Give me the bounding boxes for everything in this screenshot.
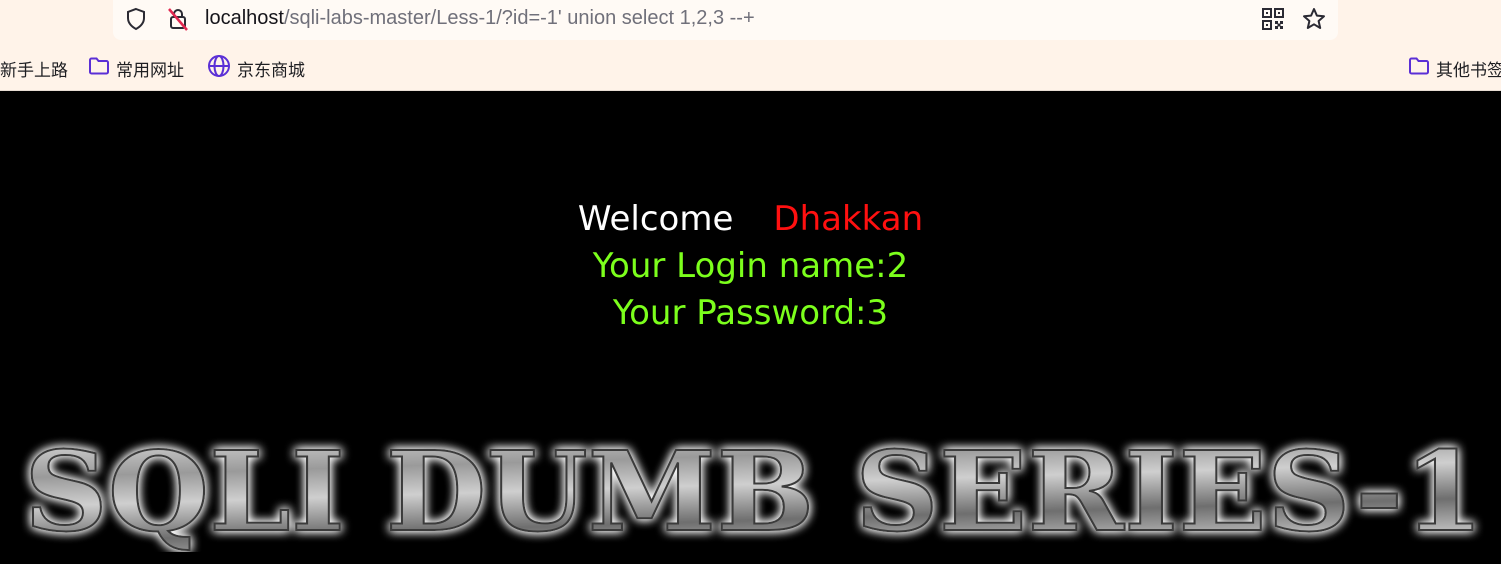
folder-icon xyxy=(1408,56,1430,81)
login-name-result: Your Login name:2 xyxy=(592,246,909,286)
url-path: /sqli-labs-master/Less-1/?id=-1' union s… xyxy=(283,7,755,29)
other-bookmarks-folder[interactable]: 其他书签 xyxy=(1408,52,1501,84)
bookmark-jd-mall[interactable]: 京东商城 xyxy=(207,52,305,84)
bookmark-label: 京东商城 xyxy=(237,60,305,81)
bookmark-new-user-guide[interactable]: 新手上路 xyxy=(0,52,68,84)
bookmark-star-icon[interactable] xyxy=(1301,6,1327,32)
url-host: localhost xyxy=(205,7,284,29)
address-bar[interactable]: localhost/sqli-labs-master/Less-1/?id=-1… xyxy=(113,0,1338,40)
username-text: Dhakkan xyxy=(773,199,924,239)
banner-text: SQLI DUMB SERIES-1 xyxy=(24,432,1484,552)
password-result: Your Password:3 xyxy=(612,293,889,333)
bookmark-label: 常用网址 xyxy=(116,60,184,81)
browser-chrome: localhost/sqli-labs-master/Less-1/?id=-1… xyxy=(0,0,1501,91)
qr-code-icon[interactable] xyxy=(1260,6,1286,32)
bookmark-label: 其他书签 xyxy=(1436,60,1501,81)
url-text[interactable]: localhost/sqli-labs-master/Less-1/?id=-1… xyxy=(205,0,755,36)
bookmark-common-sites[interactable]: 常用网址 xyxy=(88,52,184,84)
bookmark-label: 新手上路 xyxy=(0,60,68,81)
folder-icon xyxy=(88,56,110,81)
page-content: Welcome Dhakkan Your Login name:2 Your Pa… xyxy=(0,91,1501,564)
bookmarks-toolbar: 新手上路 常用网址 京东商城 其他书签 xyxy=(0,52,1501,84)
shield-icon[interactable] xyxy=(123,6,149,32)
welcome-text: Welcome xyxy=(577,199,734,239)
welcome-line: Welcome Dhakkan xyxy=(0,199,1501,239)
insecure-lock-icon[interactable] xyxy=(165,6,191,32)
sqli-dumb-series-banner: SQLI DUMB SERIES-1 xyxy=(23,432,1485,552)
globe-icon xyxy=(207,54,231,83)
